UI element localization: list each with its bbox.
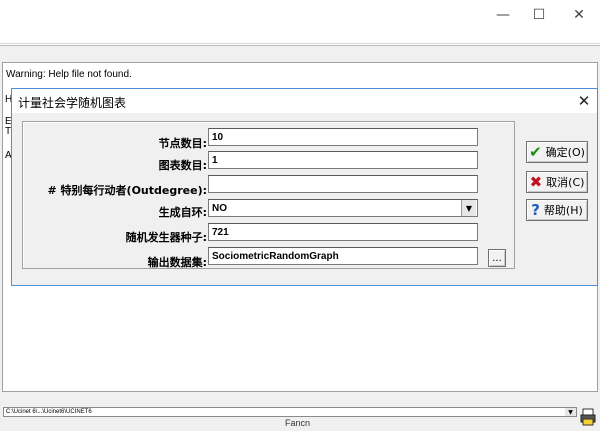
- warning-message: Warning: Help file not found.: [6, 69, 132, 80]
- cancel-button[interactable]: ✖ 取消(C): [526, 171, 588, 193]
- dialog-title: 计量社会学随机图表: [18, 96, 127, 110]
- self-loops-value: NO: [212, 203, 227, 214]
- graphs-input[interactable]: 1: [208, 151, 478, 169]
- path-combobox[interactable]: C:\Ucinet 6\...\Ucinet6\UCINET6: [3, 407, 577, 417]
- seed-input[interactable]: 721: [208, 223, 478, 241]
- chevron-down-icon[interactable]: ▼: [565, 408, 576, 416]
- self-loops-label: 生成自环:: [158, 206, 207, 219]
- random-graph-dialog: 计量社会学随机图表 ✕ 节点数目: 10 图表数目: 1 # 特别每行动者(Ou…: [11, 88, 598, 286]
- nodes-input[interactable]: 10: [208, 128, 478, 146]
- cancel-label: 取消(C): [546, 176, 585, 189]
- dialog-close-icon[interactable]: ✕: [575, 92, 593, 110]
- browse-button[interactable]: ...: [488, 249, 506, 267]
- outdegree-input[interactable]: [208, 175, 478, 193]
- graphs-label: 图表数目:: [158, 159, 207, 172]
- outdegree-label: # 特别每行动者(Outdegree):: [47, 184, 208, 197]
- ok-button[interactable]: ✔ 确定(O): [526, 141, 588, 163]
- output-dataset-label: 输出数据集:: [147, 256, 207, 269]
- help-button[interactable]: ? 帮助(H): [526, 199, 588, 221]
- printer-icon[interactable]: [580, 408, 596, 426]
- chevron-down-icon[interactable]: ▼: [461, 200, 476, 216]
- help-label: 帮助(H): [543, 204, 583, 217]
- dialog-titlebar: 计量社会学随机图表 ✕: [12, 89, 597, 113]
- checkmark-icon: ✔: [529, 142, 542, 161]
- output-dataset-input[interactable]: SociometricRandomGraph: [208, 247, 478, 265]
- ok-label: 确定(O): [545, 146, 585, 159]
- close-button[interactable]: ✕: [556, 0, 600, 30]
- seed-label: 随机发生器种子:: [125, 231, 207, 244]
- status-label: Fancn: [285, 418, 311, 428]
- question-icon: ?: [531, 200, 540, 219]
- nodes-label: 节点数目:: [158, 137, 207, 150]
- self-loops-select[interactable]: NO: [208, 199, 478, 217]
- main-menubar: [0, 30, 600, 44]
- x-icon: ✖: [529, 172, 543, 191]
